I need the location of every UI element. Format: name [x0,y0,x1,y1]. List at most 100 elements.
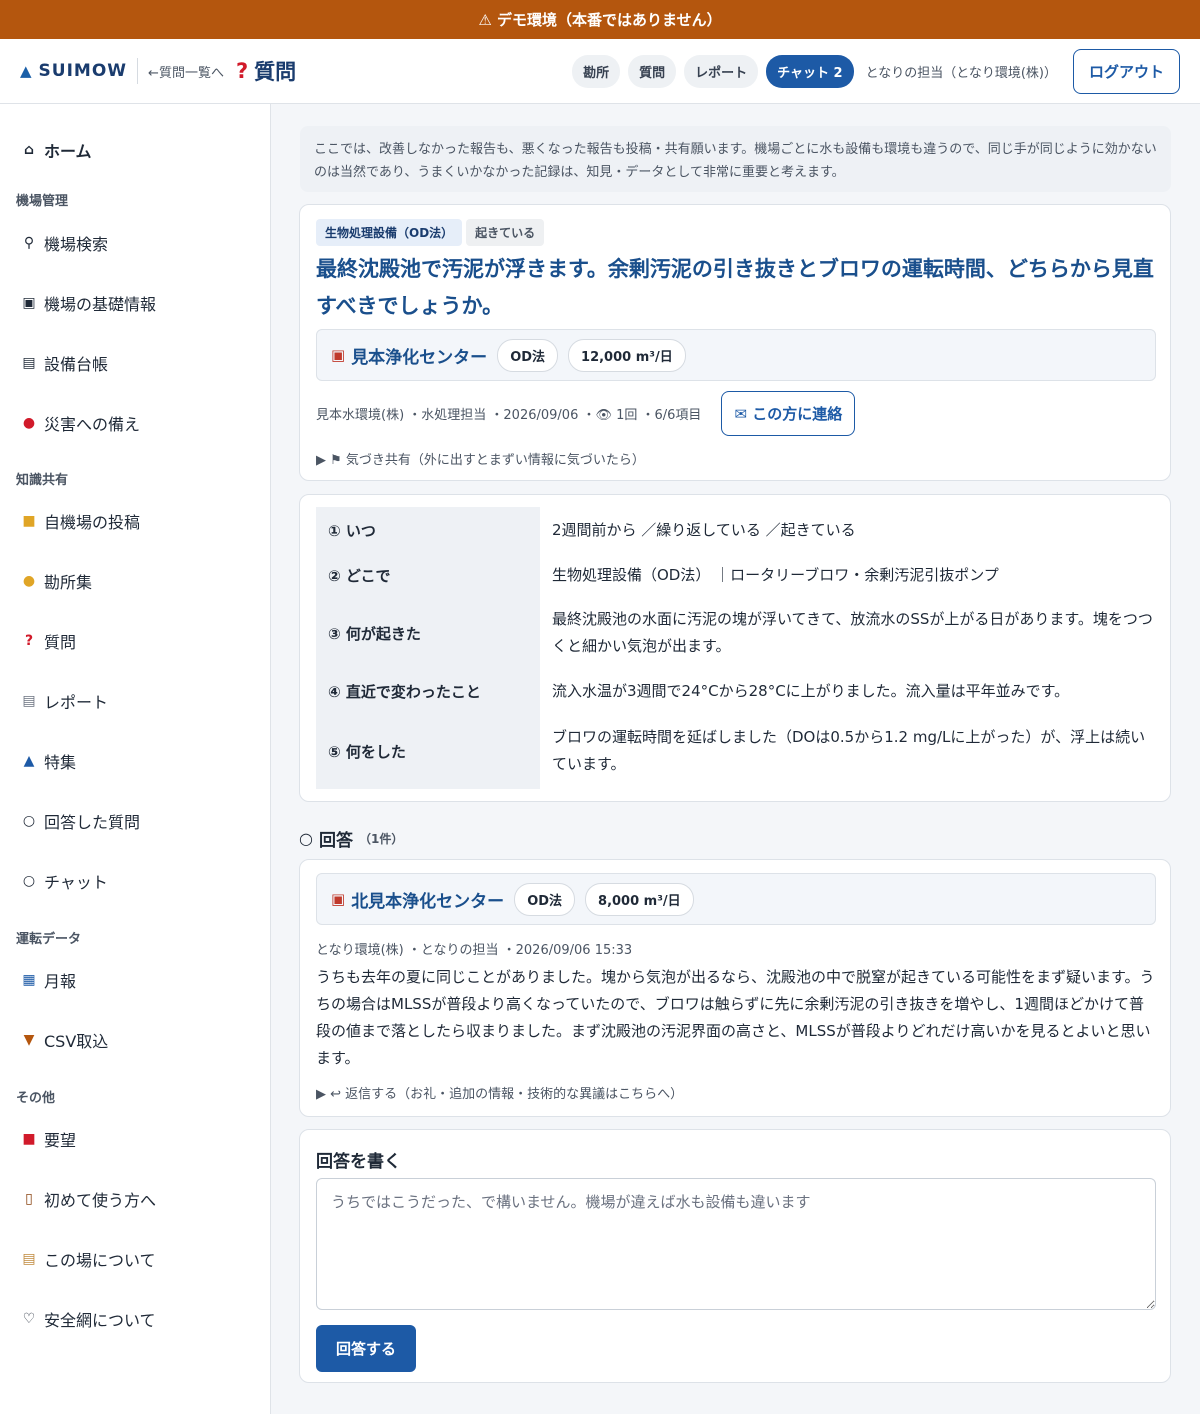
detail-key: ③ 何が起きた [316,597,540,669]
detail-value: ブロワの運転時間を延ばしました（DOは0.5から1.2 mg/Lに上がった）が、… [552,728,1146,773]
sidebar-item-label: 質問 [44,633,77,652]
sidebar-item-home[interactable]: ⌂ ホーム [20,138,92,162]
sidebar-item-getting-started[interactable]: ▯ 初めて使う方へ [20,1187,156,1211]
page-title-text: 質問 [254,60,297,84]
answer-card: ▣ 北見本浄化センター OD法 8,000 m³/日 となり環境(株) ・となり… [299,859,1171,1117]
sidebar-item-label: この場について [44,1251,156,1270]
capacity-chip: 12,000 m³/日 [568,338,686,372]
heart-icon: ♡ [22,1311,36,1327]
detail-row: ⑤ 何をした ブロワの運転時間を延ばしました（DOは0.5から1.2 mg/Lに… [316,713,1156,789]
status-tag[interactable]: 起きている [466,219,545,246]
sidebar: ⌂ ホーム 機場管理 ⚲ 機場検索 ▣ 機場の基礎情報 ▤ 設備台帳 ● 災害へ… [0,104,271,1414]
sidebar-item-monthly-report[interactable]: ▦ 月報 [20,968,76,992]
notice-box: ここでは、改善しなかった報告も、悪くなった報告も投稿・共有願います。機場ごとに水… [300,126,1171,192]
reply-form-card: 回答を書く 回答する [299,1129,1171,1383]
reply-form-title: 回答を書く [316,1152,401,1172]
back-to-questions-link[interactable]: ←質問一覧へ [148,62,224,81]
question-mark-icon: ? [235,59,249,83]
plant-name-text: 見本浄化センター [351,347,488,368]
detail-key: ① いつ [316,507,540,553]
answers-count: （1件） [358,832,404,846]
sidebar-item-disaster-prep[interactable]: ● 災害への備え [20,411,140,435]
sidebar-section-title: 運転データ [16,932,82,947]
question-tags: 生物処理設備（OD法） 起きている [316,219,548,246]
top-navigation: 勘所 質問 レポート チャット 2 となりの担当（となり環境(株)） ログアウト [572,49,1180,94]
home-icon: ⌂ [23,142,35,158]
sidebar-section-title: 知識共有 [16,473,69,488]
factory-icon: ▣ [331,890,346,908]
magnifier-icon: ⚲ [23,235,35,251]
sidebar-item-answered-questions[interactable]: ○ 回答した質問 [20,809,140,833]
sidebar-item-label: レポート [44,693,109,712]
answer-meta: となり環境(株) ・となりの担当 ・2026/09/06 15:33 [316,943,633,958]
category-tag[interactable]: 生物処理設備（OD法） [316,219,463,246]
water-drop-icon: ▲ [20,62,33,80]
lightbulb-icon: ● [22,573,36,589]
main-content: ここでは、改善しなかった報告も、悪くなった報告も投稿・共有願います。機場ごとに水… [271,104,1200,1414]
answer-plant-name[interactable]: ▣ 北見本浄化センター [331,887,504,912]
sidebar-item-reports[interactable]: ▤ レポート [20,689,108,713]
sidebar-item-label: 機場検索 [44,235,109,254]
sidebar-item-plant-basics[interactable]: ▣ 機場の基礎情報 [20,291,156,315]
sidebar-item-tips[interactable]: ● 勘所集 [20,569,92,593]
factory-icon: ▣ [22,295,36,311]
detail-row: ② どこで 生物処理設備（OD法） ｜ロータリーブロワ・余剰汚泥引抜ポンプ [316,553,1156,597]
contact-button[interactable]: ✉ この方に連絡 [721,391,856,436]
question-title: 最終沈殿池で汚泥が浮きます。余剰汚泥の引き抜きとブロワの運転時間、どちらから見直… [316,257,1154,318]
sidebar-item-label: 勘所集 [44,573,93,592]
current-user: となりの担当（となり環境(株)） [865,66,1057,81]
sidebar-item-csv-import[interactable]: ▼ CSV取込 [20,1028,109,1052]
sidebar-item-label: 回答した質問 [44,813,141,832]
top-bar: ▲ SUIMOW ←質問一覧へ ? 質問 勘所 質問 レポート チャット 2 と… [0,39,1200,104]
sidebar-item-about[interactable]: ▤ この場について [20,1247,156,1271]
method-chip: OD法 [497,338,559,372]
sidebar-section-title: その他 [16,1091,56,1106]
detail-key: ⑤ 何をした [316,713,540,789]
plant-info-box: ▣ 見本浄化センター OD法 12,000 m³/日 [316,329,1156,381]
plant-name[interactable]: ▣ 見本浄化センター [331,343,487,368]
detail-value: 2週間前から ／繰り返している ／起きている [552,520,856,539]
postbox-icon: ■ [22,1131,36,1147]
nav-tips[interactable]: 勘所 [572,55,621,88]
question-card: 生物処理設備（OD法） 起きている 最終沈殿池で汚泥が浮きます。余剰汚泥の引き抜き… [299,204,1171,481]
sidebar-item-my-posts[interactable]: ■ 自機場の投稿 [20,509,140,533]
sidebar-item-plant-search[interactable]: ⚲ 機場検索 [20,231,108,255]
sidebar-item-label: 要望 [44,1131,77,1150]
answer-textarea[interactable] [316,1178,1156,1310]
detail-key: ② どこで [316,553,540,597]
inbox-tray-icon: ▼ [23,1032,35,1048]
newspaper-icon: ▤ [22,693,36,709]
question-meta: 見本水環境(株) ・水処理担当 ・2026/09/06 ・👁 1回 ・6/6項目 [316,408,702,423]
submit-answer-button[interactable]: 回答する [316,1325,417,1372]
flag-share-toggle[interactable]: ▶ ⚑ 気づき共有（外に出すとまずい情報に気づいたら） [316,449,645,468]
detail-key: ④ 直近で変わったこと [316,669,540,713]
nav-questions[interactable]: 質問 [628,55,677,88]
sidebar-item-safety-net[interactable]: ♡ 安全網について [20,1307,156,1331]
sidebar-item-label: CSV取込 [44,1032,109,1051]
demo-environment-banner: ⚠ デモ環境（本番ではありません） [0,0,1200,39]
reply-toggle[interactable]: ▶ ↩ 返信する（お礼・追加の情報・技術的な異議はこちらへ） [316,1083,683,1102]
sidebar-item-requests[interactable]: ■ 要望 [20,1127,76,1151]
clipboard-icon: ▤ [22,355,36,371]
logo[interactable]: ▲ SUIMOW [20,61,127,81]
microscope-icon: ▲ [23,753,35,769]
answer-plant-info-box: ▣ 北見本浄化センター OD法 8,000 m³/日 [316,873,1156,925]
sidebar-item-features[interactable]: ▲ 特集 [20,749,76,773]
sidebar-item-label: 安全網について [44,1311,156,1330]
detail-row: ① いつ 2週間前から ／繰り返している ／起きている [316,507,1156,553]
sidebar-section-title: 機場管理 [16,194,69,209]
sidebar-item-label: ホーム [44,142,92,161]
sidebar-item-chat[interactable]: ○ チャット [20,869,108,893]
folder-icon: ■ [22,513,36,529]
capacity-chip: 8,000 m³/日 [585,882,694,916]
scroll-icon: ▤ [22,1251,36,1267]
logout-button[interactable]: ログアウト [1072,49,1180,94]
nav-reports[interactable]: レポート [684,55,759,88]
nav-chat[interactable]: チャット 2 [766,55,854,88]
sidebar-item-equipment-ledger[interactable]: ▤ 設備台帳 [20,351,108,375]
siren-icon: ● [22,415,36,431]
method-chip: OD法 [514,882,576,916]
sidebar-item-questions[interactable]: ? 質問 [20,629,76,653]
sidebar-item-label: 初めて使う方へ [44,1191,157,1210]
answers-heading-title: 回答 [318,831,353,851]
